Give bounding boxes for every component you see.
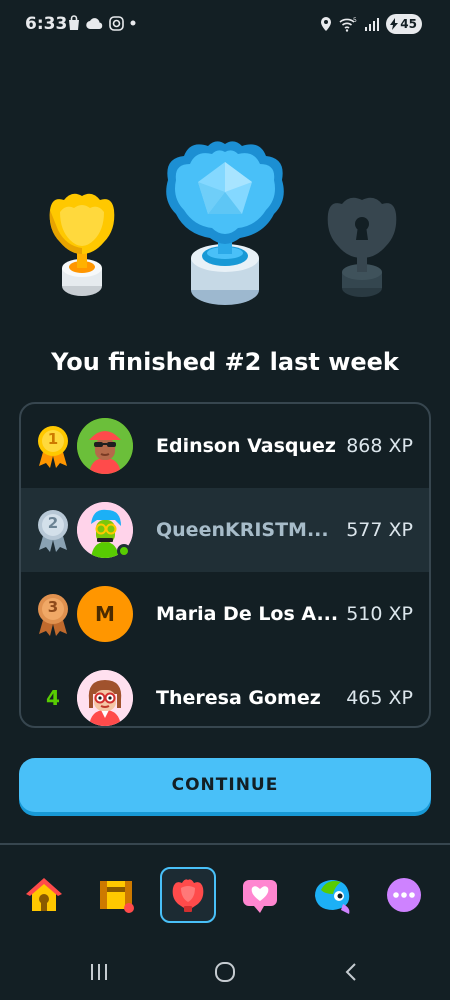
home-button[interactable] — [210, 960, 240, 984]
diamond-trophy-icon — [166, 141, 284, 305]
leaderboard-row-current-user[interactable]: 2 QueenKRISTM... 577 XP — [21, 488, 429, 572]
recent-apps-icon — [91, 964, 107, 980]
rank-number: 4 — [46, 686, 60, 710]
nav-leagues[interactable] — [160, 867, 216, 923]
back-button[interactable] — [336, 960, 366, 984]
bottom-nav — [0, 845, 450, 945]
signal-icon — [365, 18, 379, 31]
avatar: M — [77, 586, 133, 642]
online-status-indicator — [117, 544, 131, 558]
characters-icon — [315, 880, 350, 914]
avatar — [77, 418, 133, 474]
continue-button[interactable]: CONTINUE — [19, 758, 431, 812]
back-chevron-icon — [345, 963, 356, 981]
nav-home[interactable] — [16, 867, 72, 923]
user-xp: 510 XP — [346, 603, 413, 625]
user-xp: 465 XP — [346, 687, 413, 709]
charging-icon — [390, 18, 399, 30]
leaderboard-row[interactable]: 4 Theresa Gomez 465 XP — [21, 656, 429, 726]
shopping-bag-icon — [69, 15, 79, 30]
location-icon — [321, 17, 331, 31]
cloud-icon — [86, 18, 103, 30]
svg-text:5: 5 — [353, 17, 357, 24]
home-icon — [26, 878, 62, 911]
user-name: Maria De Los A... — [156, 603, 339, 625]
system-nav-bar — [0, 945, 450, 1000]
home-circle-icon — [215, 962, 235, 982]
quests-chest-icon — [100, 881, 134, 913]
instagram-icon — [109, 15, 124, 31]
status-time: 6:33 — [25, 14, 68, 34]
recent-apps-button[interactable] — [84, 960, 114, 984]
rank-number: 2 — [47, 514, 59, 532]
wifi-icon: 5 — [339, 17, 357, 32]
avatar — [77, 670, 133, 726]
battery-indicator: 45 — [386, 14, 422, 34]
result-headline: You finished #2 last week — [51, 348, 399, 376]
bronze-medal-icon: 3 — [35, 592, 71, 636]
nav-practice[interactable] — [232, 867, 288, 923]
nav-more[interactable] — [376, 867, 432, 923]
nav-characters[interactable] — [304, 867, 360, 923]
user-name: QueenKRISTM... — [156, 519, 329, 541]
avatar-initial: M — [95, 602, 115, 626]
leaderboard-row[interactable]: 3 M Maria De Los A... 510 XP — [21, 572, 429, 656]
silver-medal-icon: 2 — [35, 508, 71, 552]
user-name: Edinson Vasquez — [156, 435, 336, 457]
gold-trophy-icon — [49, 193, 115, 296]
leaderboard: 1 Edinson Vasquez 868 XP 2 QueenKRISTM..… — [19, 402, 431, 728]
user-xp: 577 XP — [346, 519, 413, 541]
more-icon — [387, 878, 421, 912]
rank-number: 3 — [47, 598, 59, 616]
leaderboard-row[interactable]: 1 Edinson Vasquez 868 XP — [21, 404, 429, 488]
gold-medal-icon: 1 — [35, 424, 71, 468]
rank-number: 1 — [47, 430, 59, 448]
practice-heart-icon — [243, 880, 277, 913]
user-name: Theresa Gomez — [156, 687, 321, 709]
status-bar: 6:33 5 45 — [0, 0, 450, 50]
nav-quests[interactable] — [88, 867, 144, 923]
battery-level: 45 — [400, 17, 417, 31]
rank-position: 4 — [35, 676, 71, 720]
leagues-shield-icon — [172, 879, 204, 912]
locked-trophy-icon — [327, 197, 397, 297]
user-xp: 868 XP — [346, 435, 413, 457]
notification-dot-icon — [130, 20, 136, 26]
